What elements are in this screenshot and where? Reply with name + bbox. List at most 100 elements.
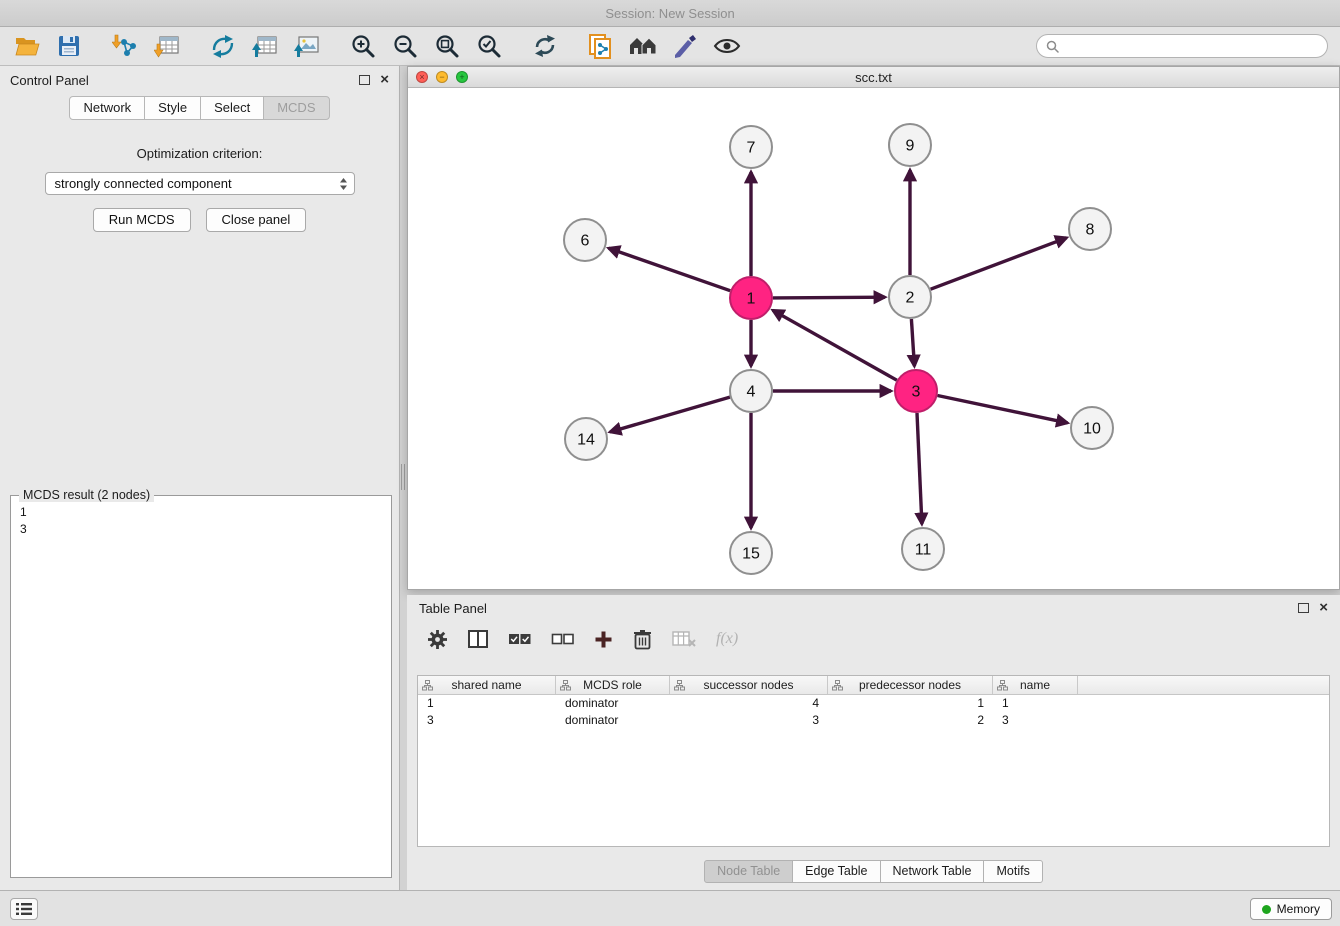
open-session-icon[interactable]: [12, 31, 42, 61]
table-panel: Table Panel ×: [407, 595, 1340, 890]
node-table: shared nameMCDS rolesuccessor nodesprede…: [417, 675, 1330, 847]
edge-3-1[interactable]: [773, 310, 897, 380]
node-label-14: 14: [577, 432, 595, 449]
node-table-body: 1dominator4113dominator323: [418, 695, 1329, 729]
network-canvas[interactable]: 7968124314101511: [408, 88, 1339, 589]
window-zoom-icon[interactable]: +: [456, 71, 468, 83]
unselect-all-columns-icon[interactable]: [551, 632, 574, 647]
edge-2-8[interactable]: [931, 238, 1067, 289]
window-close-icon[interactable]: ×: [416, 71, 428, 83]
import-table-icon[interactable]: [152, 31, 182, 61]
session-group: [12, 31, 84, 61]
zoom-fit-icon[interactable]: [432, 31, 462, 61]
edge-1-6[interactable]: [609, 248, 731, 291]
window-minimize-icon[interactable]: −: [436, 71, 448, 83]
column-sort-icon: [832, 680, 843, 691]
table-cell[interactable]: 3: [670, 712, 828, 729]
show-hide-icon[interactable]: [712, 31, 742, 61]
zoom-in-icon[interactable]: [348, 31, 378, 61]
run-mcds-button[interactable]: Run MCDS: [93, 208, 191, 232]
edge-1-2[interactable]: [773, 297, 885, 298]
edge-4-14[interactable]: [610, 397, 730, 432]
table-panel-header: Table Panel ×: [407, 595, 1340, 621]
column-sort-icon: [997, 680, 1008, 691]
column-header-name[interactable]: name: [993, 676, 1078, 694]
table-cell[interactable]: 3: [418, 712, 556, 729]
edge-3-10[interactable]: [938, 396, 1068, 423]
panel-splitter[interactable]: [400, 66, 407, 890]
table-panel-title: Table Panel: [419, 601, 487, 616]
column-header-predecessor-nodes[interactable]: predecessor nodes: [828, 676, 993, 694]
apply-layout-icon[interactable]: [530, 31, 560, 61]
select-updown-icon: [339, 177, 348, 191]
column-header-shared-name[interactable]: shared name: [418, 676, 556, 694]
network-home-icon[interactable]: [628, 31, 658, 61]
mcds-result-box: MCDS result (2 nodes) 13: [10, 495, 392, 878]
tab-style[interactable]: Style: [144, 96, 201, 120]
node-label-9: 9: [906, 138, 915, 155]
task-history-button[interactable]: [10, 898, 38, 920]
tab-motifs[interactable]: Motifs: [983, 860, 1042, 883]
column-header-successor-nodes[interactable]: successor nodes: [670, 676, 828, 694]
close-table-panel-icon[interactable]: ×: [1319, 603, 1328, 613]
tab-select[interactable]: Select: [200, 96, 264, 120]
export-image-icon[interactable]: [292, 31, 322, 61]
float-table-panel-icon[interactable]: [1298, 603, 1309, 613]
search-input[interactable]: [1064, 39, 1318, 53]
tab-mcds[interactable]: MCDS: [263, 96, 329, 120]
search-field[interactable]: [1036, 34, 1328, 58]
node-label-4: 4: [747, 384, 756, 401]
apply-style-icon[interactable]: [670, 31, 700, 61]
table-row[interactable]: 1dominator411: [418, 695, 1329, 712]
zoom-group: [348, 31, 504, 61]
status-bar: Memory: [0, 890, 1340, 926]
column-header-MCDS-role[interactable]: MCDS role: [556, 676, 670, 694]
float-panel-icon[interactable]: [359, 75, 370, 85]
table-toolbar: f(x): [407, 621, 1340, 657]
control-panel-header: Control Panel ×: [0, 66, 399, 94]
node-table-header-row: shared nameMCDS rolesuccessor nodesprede…: [418, 676, 1329, 695]
show-columns-icon[interactable]: [468, 630, 488, 648]
zoom-out-icon[interactable]: [390, 31, 420, 61]
edge-3-11[interactable]: [917, 413, 922, 524]
network-graph-svg: 7968124314101511: [408, 88, 1339, 589]
table-cell[interactable]: 2: [828, 712, 993, 729]
memory-button-label: Memory: [1277, 902, 1320, 916]
column-sort-icon: [560, 680, 571, 691]
zoom-selected-icon[interactable]: [474, 31, 504, 61]
export-table-icon[interactable]: [250, 31, 280, 61]
edge-2-3[interactable]: [911, 319, 914, 366]
view-group: [586, 31, 742, 61]
table-cell[interactable]: 1: [993, 695, 1078, 712]
table-cell[interactable]: 3: [993, 712, 1078, 729]
table-settings-gear-icon[interactable]: [427, 629, 448, 650]
delete-column-icon[interactable]: [633, 629, 652, 650]
memory-status-dot: [1262, 905, 1271, 914]
result-line: 1: [20, 504, 391, 521]
table-row[interactable]: 3dominator323: [418, 712, 1329, 729]
close-panel-button[interactable]: Close panel: [206, 208, 307, 232]
select-all-columns-icon[interactable]: [508, 632, 531, 647]
tab-node-table[interactable]: Node Table: [704, 860, 793, 883]
column-sort-icon: [422, 680, 433, 691]
network-window-titlebar: × − + scc.txt: [408, 67, 1339, 88]
node-label-2: 2: [906, 290, 915, 307]
import-network-icon[interactable]: [110, 31, 140, 61]
mcds-result-list: 13: [11, 496, 391, 537]
optimization-select[interactable]: strongly connected component: [45, 172, 355, 195]
table-cell[interactable]: dominator: [556, 695, 670, 712]
tab-network[interactable]: Network: [69, 96, 145, 120]
copy-network-icon[interactable]: [586, 31, 616, 61]
table-cell[interactable]: 1: [828, 695, 993, 712]
tab-network-table[interactable]: Network Table: [880, 860, 985, 883]
control-panel: Control Panel × NetworkStyleSelectMCDS O…: [0, 66, 400, 890]
save-session-icon[interactable]: [54, 31, 84, 61]
close-panel-icon[interactable]: ×: [380, 75, 389, 85]
table-cell[interactable]: dominator: [556, 712, 670, 729]
create-column-icon[interactable]: [594, 630, 613, 649]
memory-button[interactable]: Memory: [1250, 898, 1332, 920]
table-cell[interactable]: 1: [418, 695, 556, 712]
export-network-icon[interactable]: [208, 31, 238, 61]
table-cell[interactable]: 4: [670, 695, 828, 712]
tab-edge-table[interactable]: Edge Table: [792, 860, 880, 883]
